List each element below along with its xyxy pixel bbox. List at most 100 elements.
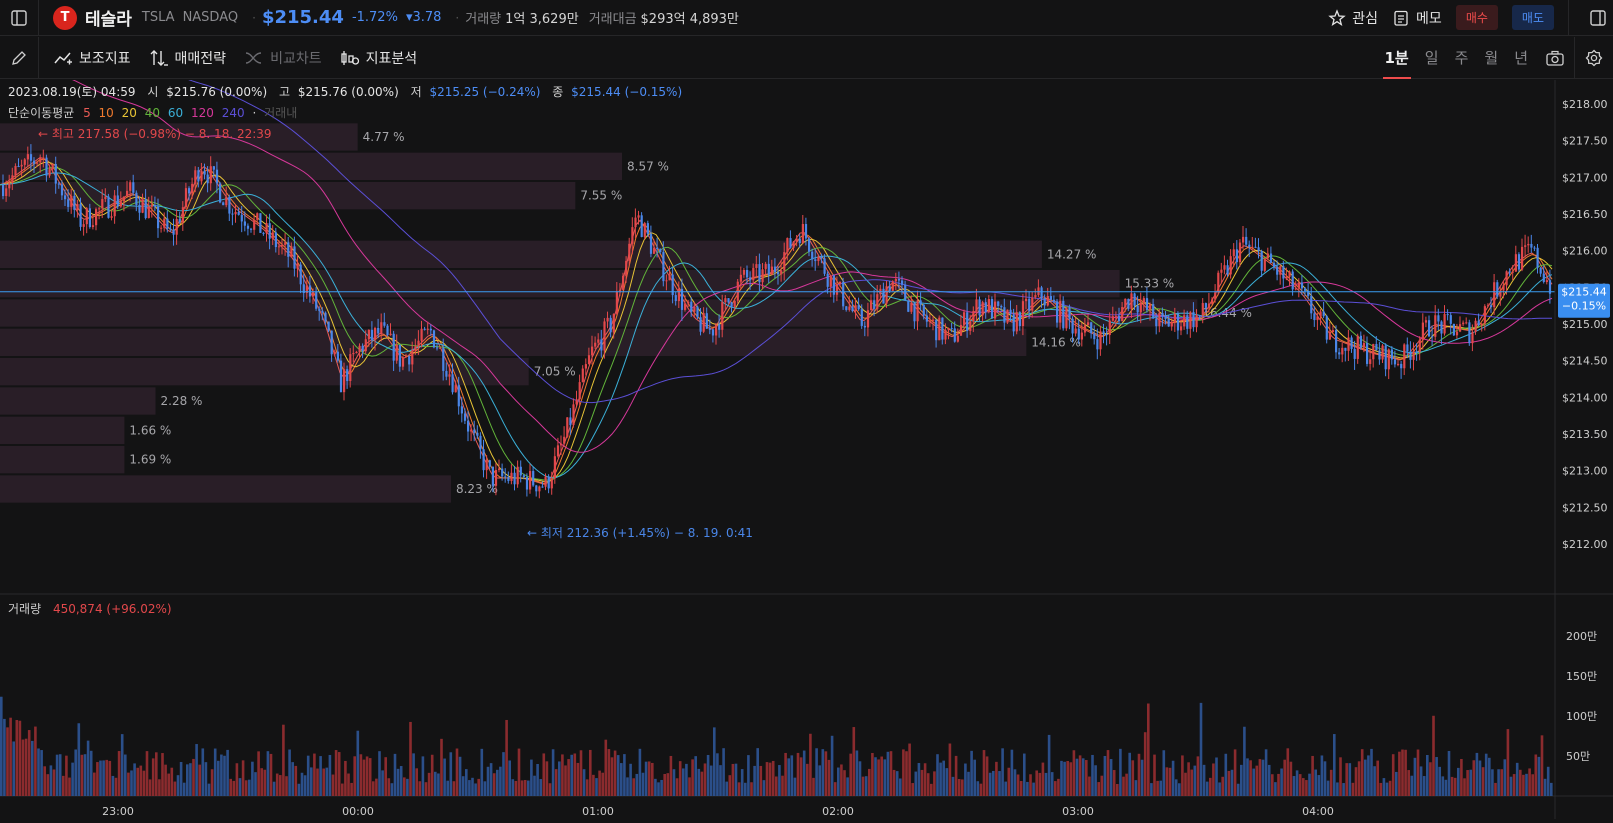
- sell-button[interactable]: 매도: [1512, 5, 1554, 30]
- settings-gear-icon[interactable]: [1575, 40, 1613, 76]
- memo-button[interactable]: 메모: [1392, 8, 1442, 28]
- candle-body: [411, 351, 413, 365]
- watch-button[interactable]: 관심: [1328, 8, 1378, 28]
- period-1min[interactable]: 1분: [1377, 37, 1417, 79]
- candle-body: [560, 444, 562, 446]
- candle-body: [1245, 237, 1247, 245]
- volume-bar: [285, 776, 288, 796]
- price-chart[interactable]: 4.77 %8.57 %7.55 %14.27 %15.33 %16.44 %1…: [0, 80, 1613, 819]
- memo-label: 메모: [1416, 8, 1442, 28]
- candle-body: [1227, 265, 1229, 274]
- volume-bar: [350, 783, 353, 796]
- compare-label: 비교차트: [270, 48, 322, 68]
- candle-body: [1422, 323, 1424, 340]
- compare-button[interactable]: 비교차트: [244, 48, 322, 68]
- volume-bar: [400, 766, 403, 796]
- volume-bar: [152, 758, 155, 796]
- candle-body: [650, 234, 652, 254]
- volume-bar: [96, 762, 99, 796]
- current-price-tag: $215.44 −0.15%: [1558, 284, 1610, 318]
- volume-bar: [688, 777, 691, 796]
- candle-body: [762, 269, 764, 282]
- candle-body: [1298, 282, 1300, 288]
- volume-tick-label: 200만: [1566, 630, 1597, 643]
- volume-bar: [288, 750, 291, 796]
- volume-bar: [710, 766, 713, 796]
- volume-bar: [902, 749, 905, 796]
- ticker-symbol: TSLA: [142, 10, 175, 25]
- volume-bar: [735, 764, 738, 796]
- sidebar-toggle-icon[interactable]: [0, 0, 38, 36]
- candle-body: [882, 289, 884, 304]
- candle-body: [386, 326, 388, 335]
- candle-body: [1527, 244, 1529, 245]
- candle-body: [1416, 351, 1418, 352]
- buy-button[interactable]: 매수: [1456, 5, 1498, 30]
- candle-body: [616, 291, 618, 314]
- candle-body: [1397, 364, 1399, 365]
- period-week[interactable]: 주: [1447, 37, 1477, 79]
- candle-body: [194, 170, 196, 184]
- candle-body: [1490, 305, 1492, 307]
- volume-bar: [893, 770, 896, 796]
- volume-bar: [884, 759, 887, 796]
- volume-bar: [890, 751, 893, 796]
- time-axis: 23:0000:0001:0002:0003:0004:00: [102, 805, 1334, 818]
- candle-body: [1456, 332, 1458, 336]
- candle-body: [935, 320, 937, 341]
- candle-body: [321, 311, 323, 313]
- volume-bar: [1358, 761, 1361, 796]
- volume-bar: [1237, 784, 1240, 796]
- legend-low-label: 저: [411, 85, 422, 99]
- volume-bar: [701, 772, 704, 796]
- period-month[interactable]: 월: [1476, 37, 1506, 79]
- candle-body: [1183, 315, 1185, 326]
- volume-bar: [105, 760, 108, 796]
- panel-toggle-icon[interactable]: [1583, 0, 1613, 36]
- volume-bar: [803, 751, 806, 796]
- strategy-button[interactable]: 매매전략: [149, 48, 227, 68]
- candle-body: [1075, 329, 1077, 334]
- candle-body: [309, 285, 311, 296]
- candle-body: [514, 473, 516, 485]
- candle-body: [49, 169, 51, 175]
- candle-body: [638, 215, 640, 217]
- chart-area[interactable]: 4.77 %8.57 %7.55 %14.27 %15.33 %16.44 %1…: [0, 80, 1613, 819]
- candle-body: [1391, 349, 1393, 359]
- candle-body: [796, 238, 798, 241]
- indicators-label: 보조지표: [79, 48, 131, 68]
- volume-bar: [381, 770, 384, 796]
- candle-body: [1394, 359, 1396, 364]
- volume-bar: [1311, 756, 1314, 796]
- volume-tick-label: 50만: [1566, 750, 1590, 763]
- volume-bar: [657, 782, 660, 796]
- candle-body: [873, 300, 875, 309]
- camera-icon[interactable]: [1536, 40, 1574, 76]
- volume-bar: [93, 773, 96, 796]
- candle-body: [535, 485, 537, 491]
- volume-bar: [16, 720, 19, 796]
- candle-body: [724, 298, 726, 302]
- candle-body: [1447, 314, 1449, 315]
- pencil-icon[interactable]: [0, 40, 38, 76]
- candle-body: [576, 399, 578, 404]
- candle-body: [120, 201, 122, 206]
- period-year[interactable]: 년: [1506, 37, 1536, 79]
- indicators-button[interactable]: 보조지표: [53, 48, 131, 68]
- volume-bar: [233, 781, 236, 796]
- analysis-button[interactable]: 지표분석: [340, 48, 418, 68]
- volume-bar: [360, 754, 363, 796]
- volume-bar: [164, 765, 167, 796]
- candle-body: [95, 209, 97, 225]
- volume-bar: [1336, 782, 1339, 796]
- period-day[interactable]: 일: [1417, 37, 1447, 79]
- volume-bar: [357, 731, 360, 796]
- candle-body: [67, 199, 69, 207]
- candle-body: [1143, 298, 1145, 303]
- ma-period-40: 40: [145, 106, 160, 120]
- volume-bar: [456, 749, 459, 796]
- volume-bar: [133, 763, 136, 796]
- volume-bar: [1228, 771, 1231, 796]
- volume-bar: [202, 748, 205, 796]
- volume-bar: [1125, 774, 1128, 796]
